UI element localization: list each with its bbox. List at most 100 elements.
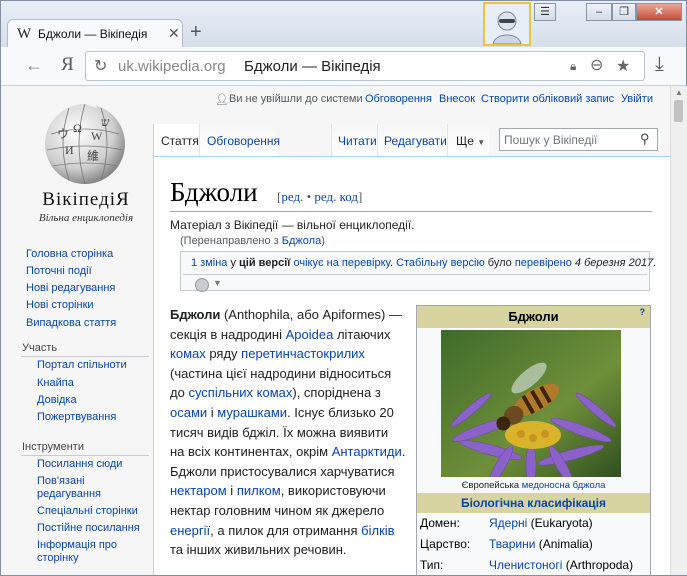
taxonomy-row: Царство: Тварини (Animalia) [417,534,650,555]
anon-talk-link[interactable]: Обговорення [365,93,432,105]
status-dot-icon [195,278,209,292]
redirect-suffix: ) [321,235,325,247]
lead-text: та інших живильних речовин. [170,542,347,558]
article-content: Бджоли [ред. • ред. код] Матеріал з Вікі… [153,156,670,575]
lead-link[interactable]: осами [170,405,207,420]
lead-link[interactable]: мурашками [217,405,287,420]
back-arrow-icon[interactable]: ← [25,55,43,76]
sidebar-item-special-pages[interactable]: Спеціальні сторінки [37,505,138,517]
infobox-help-link[interactable]: ? [640,301,646,323]
tab-more[interactable]: Ще ▼ [447,124,489,156]
edit-links-close: ] [357,189,363,204]
lead-link[interactable]: суспільних комах [188,385,292,400]
fr-text: було [484,257,515,269]
lead-bold-term: Бджоли [170,307,221,322]
wordmark: ВікіпедіЯ [42,189,130,210]
create-account-link[interactable]: Створити обліковий запис [481,93,614,105]
yandex-button[interactable]: Я [61,54,74,76]
pending-review-link[interactable]: очікує на перевірку [293,257,389,269]
edit-source-link[interactable]: ред. код [314,189,358,204]
tab-article[interactable]: Стаття [153,124,199,156]
lead-link[interactable]: Apoidea [286,327,334,342]
sidebar-separator [21,455,149,456]
sidebar-item-main-page[interactable]: Головна сторінка [26,248,113,260]
sidebar-heading-tools[interactable]: Інструменти [22,441,84,453]
taxonomy-link[interactable]: Тварини [489,537,535,551]
checked-link[interactable]: перевірено [515,257,572,269]
login-link[interactable]: Увійти [621,93,653,105]
infobox: Бджоли? Європейська медоносна бджола Біо… [416,305,651,575]
tab-edit[interactable]: Редагувати [377,124,447,156]
svg-text:ש: ש [101,115,110,129]
flagged-revisions-text: 1 зміна у цій версії очікує на перевірку… [191,257,656,269]
sidebar-item-community-portal[interactable]: Портал спільноти [37,359,127,371]
lead-link[interactable]: Антарктиди [332,444,402,459]
scroll-up-icon[interactable]: ▲ [675,88,683,97]
edit-link[interactable]: ред. [281,189,303,204]
reload-icon[interactable]: ↻ [94,56,107,76]
not-logged-in-text: Ви не увійшли до системи [229,93,363,105]
lock-icon[interactable]: 🔒︎ [570,59,576,74]
user-avatar-icon[interactable] [483,2,531,46]
lead-link[interactable]: комах [170,346,206,361]
sidebar-heading-participation[interactable]: Участь [22,342,57,354]
sidebar-item-recent-changes[interactable]: Нові редагування [26,282,115,294]
taxonomy-row: Тип: Членистоногі (Arthropoda) [417,555,650,575]
close-window-icon[interactable]: ✕ [636,3,682,21]
address-bar[interactable]: ↻ uk.wikipedia.org Бджоли — Вікіпедія 🔒︎… [85,51,645,81]
fr-text: у [227,257,240,269]
bookmark-star-icon[interactable]: ★ [616,56,630,76]
svg-text:Ω: Ω [73,121,82,135]
minimize-icon[interactable]: – [586,3,612,21]
vertical-scrollbar[interactable]: ▲ [670,86,687,575]
navigation-bar: ← Я ↻ uk.wikipedia.org Бджоли — Вікіпеді… [1,47,686,86]
search-input[interactable]: Пошук у Вікіпедії ⚲ [499,128,658,151]
sidebar-item-page-information[interactable]: Інформація про сторінку [37,539,137,565]
taxonomy-link[interactable]: Ядерні [489,516,527,530]
wikipedia-favicon: W [17,26,32,42]
lead-link[interactable]: перетинчастокрилих [241,346,365,361]
sidebar-item-permanent-link[interactable]: Постійне посилання [37,522,140,534]
sidebar-item-what-links-here[interactable]: Посилання сюди [37,458,122,470]
biological-classification-header[interactable]: Біологічна класифікація [417,493,650,513]
pending-changes-link[interactable]: 1 зміна [191,257,227,269]
redirect-link[interactable]: Бджола [282,235,321,247]
new-tab-button[interactable]: + [190,21,202,44]
tab-talk[interactable]: Обговорення [199,124,280,156]
sidebar-item-village-pump[interactable]: Кнайпа [37,377,74,389]
sidebar-item-current-events[interactable]: Поточні події [26,265,92,277]
anon-contributions-link[interactable]: Внесок [439,93,475,105]
lead-link[interactable]: білків [361,523,394,538]
caption-link[interactable]: медоносна бджола [522,480,606,491]
scrollbar-thumb[interactable] [674,100,683,122]
close-tab-icon[interactable]: ✕ [168,25,180,42]
taxonomy-latin: (Animalia) [535,537,593,551]
taxonomy-latin: (Eukaryota) [527,516,593,530]
taxonomy-link[interactable]: Членистоногі [489,558,562,572]
bee-image[interactable] [417,328,650,479]
chevron-down-icon: ▼ [477,138,486,147]
search-icon[interactable]: ⚲ [640,131,650,147]
globe-icon: ΩW И 維 ש ウ [45,100,125,185]
infobox-title-text: Бджоли [508,309,559,324]
lead-link[interactable]: енергії [170,523,210,538]
expand-details-icon[interactable]: ▼ [213,278,222,288]
reader-zoom-icon[interactable]: ⊖ [590,55,603,75]
download-icon[interactable]: ⤓ [655,53,664,76]
maximize-icon[interactable]: ❐ [612,3,636,21]
sidebar-item-random-article[interactable]: Випадкова стаття [26,317,116,329]
sidebar-separator [21,356,149,357]
sidebar-item-help[interactable]: Довідка [37,394,77,406]
flagged-revisions-box: 1 зміна у цій версії очікує на перевірку… [180,251,656,292]
sidebar-item-new-pages[interactable]: Нові сторінки [26,299,94,311]
lead-link[interactable]: пилком [237,483,281,498]
lead-link[interactable]: нектаром [170,483,227,498]
taxonomy-rank: Домен: [420,516,460,530]
sidebar-item-related-changes[interactable]: Пов'язані редагування [37,475,137,501]
this-version-text: цій версії [239,257,291,269]
sidebar-item-donate[interactable]: Пожертвування [37,411,116,423]
menu-icon[interactable]: ☰ [534,3,556,21]
stable-version-link[interactable]: Стабільну версію [396,257,485,269]
browser-tab[interactable]: W Бджоли — Вікіпедія ✕ [7,19,183,48]
tab-read[interactable]: Читати [331,124,377,156]
